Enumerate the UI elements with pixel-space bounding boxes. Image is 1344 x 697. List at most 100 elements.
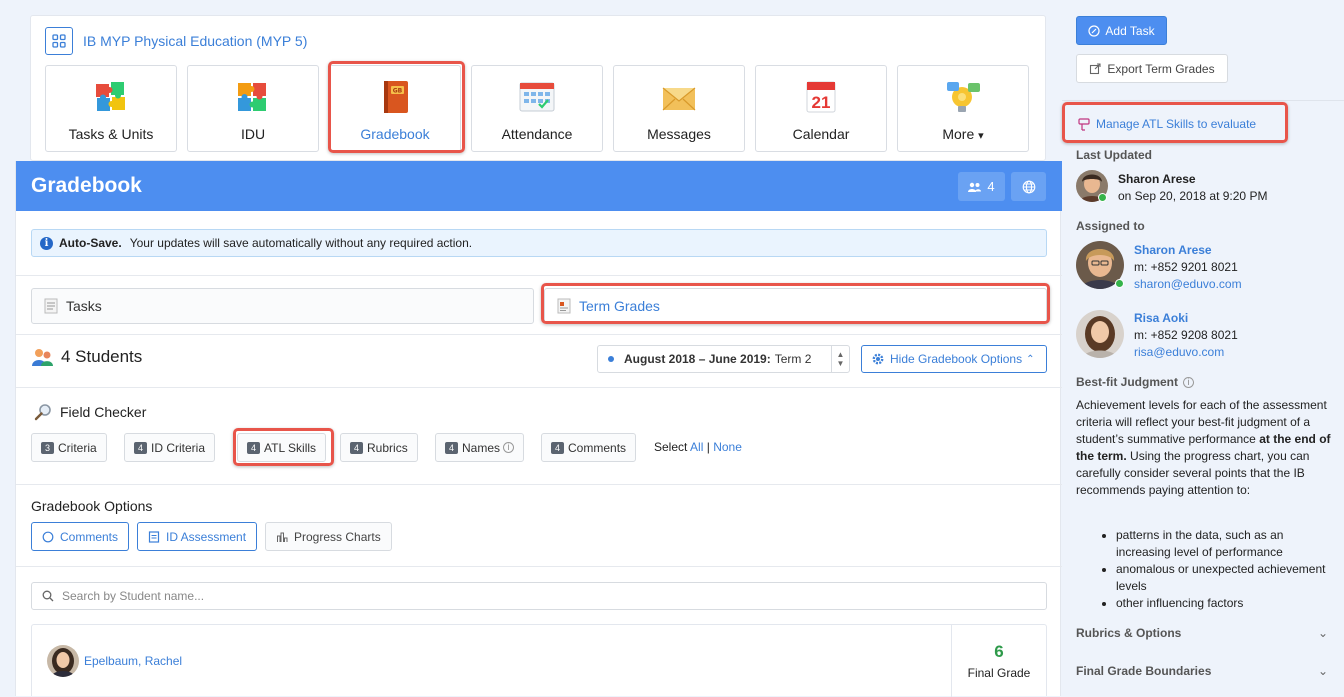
members-button[interactable]: 4	[958, 172, 1005, 201]
export-icon	[1090, 62, 1101, 74]
final-grade-cell: 6 Final Grade	[951, 625, 1046, 697]
last-updated-date: on Sep 20, 2018 at 9:20 PM	[1118, 189, 1268, 203]
gradebook-title: Gradebook	[31, 174, 142, 197]
class-card: IB MYP Physical Education (MYP 5) Tasks …	[30, 15, 1046, 161]
term-range: August 2018 – June 2019:	[624, 352, 771, 366]
atl-skills-count: 4	[247, 441, 261, 454]
best-fit-heading: Best-fit Judgment i	[1076, 375, 1194, 389]
hide-gradebook-options-button[interactable]: Hide Gradebook Options ⌃	[861, 345, 1047, 373]
magnifier-icon	[34, 404, 51, 421]
online-status-icon	[1098, 193, 1107, 202]
check-criteria[interactable]: 3 Criteria	[31, 433, 107, 462]
progress-charts-option-button[interactable]: Progress Charts	[265, 522, 392, 551]
assignee-phone: m: +852 9201 8021	[1134, 260, 1238, 274]
check-rubrics[interactable]: 4 Rubrics	[340, 433, 418, 462]
svg-text:21: 21	[812, 93, 831, 112]
more-label-text: More	[942, 126, 975, 142]
class-title[interactable]: IB MYP Physical Education (MYP 5)	[45, 27, 307, 55]
add-circle-icon	[1088, 24, 1101, 37]
autosave-alert: i Auto-Save. Your updates will save auto…	[31, 229, 1047, 257]
select-all-link[interactable]: All	[690, 440, 703, 454]
select-separator: |	[706, 440, 710, 454]
check-comments[interactable]: 4 Comments	[541, 433, 637, 462]
divider	[16, 484, 1062, 485]
tab-term-grades[interactable]: Term Grades	[544, 288, 1047, 324]
info-icon: i	[40, 236, 53, 250]
comments-count: 4	[551, 441, 565, 454]
tile-calendar[interactable]: 21 Calendar	[755, 65, 887, 152]
tile-more-label: More ▾	[942, 126, 983, 142]
tile-more[interactable]: More ▾	[897, 65, 1029, 152]
tile-gradebook[interactable]: GB Gradebook	[329, 65, 461, 152]
atl-skills-icon	[1078, 117, 1090, 131]
names-count: 4	[445, 441, 459, 454]
best-fit-text: Achievement levels for each of the asses…	[1076, 397, 1332, 499]
students-count: 4 Students	[61, 347, 143, 366]
gradebook-header: Gradebook 4	[16, 161, 1062, 211]
bar-chart-icon	[277, 532, 288, 542]
lightbulb-chat-icon	[947, 82, 980, 112]
assignee-name-link[interactable]: Risa Aoki	[1134, 311, 1188, 325]
add-task-button[interactable]: Add Task	[1076, 16, 1167, 45]
puzzle-icon	[96, 82, 125, 111]
names-label: Names	[462, 440, 501, 455]
student-search[interactable]	[31, 582, 1047, 610]
manage-atl-skills-link[interactable]: Manage ATL Skills to evaluate	[1078, 117, 1256, 131]
last-updated-name: Sharon Arese	[1118, 172, 1196, 186]
comments-option-button[interactable]: Comments	[31, 522, 130, 551]
assigned-heading: Assigned to	[1076, 219, 1145, 233]
search-icon	[42, 590, 54, 602]
assignee-email-link[interactable]: sharon@eduvo.com	[1134, 277, 1242, 291]
assignee-name-link[interactable]: Sharon Arese	[1134, 243, 1212, 257]
best-fit-points: patterns in the data, such as an increas…	[1098, 527, 1328, 612]
term-stepper[interactable]: ▲ ▼	[831, 346, 849, 372]
student-name-link[interactable]: Epelbaum, Rachel	[84, 654, 182, 668]
students-icon	[32, 349, 53, 366]
check-names[interactable]: 4 Names i	[435, 433, 525, 462]
info-circle-icon: i	[503, 442, 515, 453]
svg-text:GB: GB	[393, 88, 403, 95]
gradebook-panel: Gradebook 4 i Auto-Save. Your updates wi…	[15, 161, 1062, 697]
tile-label: IDU	[240, 126, 266, 142]
autosave-title: Auto-Save.	[59, 236, 122, 250]
id-assessment-option-label: ID Assessment	[166, 529, 247, 544]
select-none-link[interactable]: None	[713, 440, 742, 454]
report-icon	[557, 298, 571, 314]
final-grade-boundaries-toggle[interactable]: Final Grade Boundaries ⌄	[1076, 664, 1328, 678]
tile-tasks-units[interactable]: Tasks & Units	[45, 65, 177, 152]
criteria-label: Criteria	[58, 440, 97, 455]
tile-messages[interactable]: Messages	[613, 65, 745, 152]
rubrics-options-label: Rubrics & Options	[1076, 626, 1182, 640]
select-links: Select All | None	[654, 440, 742, 454]
id-assessment-option-button[interactable]: ID Assessment	[137, 522, 258, 551]
add-task-label: Add Task	[1105, 23, 1155, 38]
assignee-email-link[interactable]: risa@eduvo.com	[1134, 345, 1224, 359]
best-fit-label: Best-fit Judgment	[1076, 375, 1178, 389]
list-item: other influencing factors	[1116, 595, 1328, 612]
info-circle-icon[interactable]: i	[1183, 376, 1194, 388]
tile-label: Attendance	[501, 126, 573, 142]
term-select[interactable]: August 2018 – June 2019: Term 2 ▲ ▼	[597, 345, 850, 373]
envelope-icon	[662, 87, 696, 111]
tile-idu[interactable]: IDU	[187, 65, 319, 152]
globe-button[interactable]	[1011, 172, 1046, 201]
gear-icon	[872, 353, 884, 365]
export-term-grades-button[interactable]: Export Term Grades	[1076, 54, 1228, 83]
tile-label: Tasks & Units	[68, 126, 154, 142]
rubrics-options-toggle[interactable]: Rubrics & Options ⌄	[1076, 626, 1328, 640]
check-atl-skills[interactable]: 4 ATL Skills	[237, 433, 327, 462]
manage-atl-label: Manage ATL Skills to evaluate	[1096, 117, 1257, 131]
final-grade-value: 6	[994, 642, 1004, 661]
search-input[interactable]	[60, 588, 960, 604]
online-status-icon	[1115, 279, 1124, 288]
comment-bubble-icon	[42, 531, 54, 542]
hide-options-label: Hide Gradebook Options	[890, 352, 1023, 366]
rubrics-label: Rubrics	[367, 440, 408, 455]
tab-tasks[interactable]: Tasks	[31, 288, 534, 324]
chevron-down-icon: ⌄	[1317, 626, 1328, 640]
check-id-criteria[interactable]: 4 ID Criteria	[124, 433, 216, 462]
sidebar-divider	[1062, 100, 1344, 101]
field-checker-heading: Field Checker	[34, 403, 146, 421]
id-assessment-icon	[148, 530, 160, 543]
tile-attendance[interactable]: Attendance	[471, 65, 603, 152]
